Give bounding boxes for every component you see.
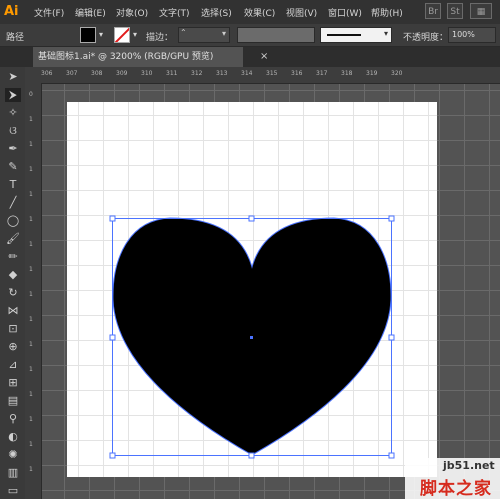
watermark-name: 脚本之家 [420, 479, 492, 499]
bounding-handle-top-right[interactable] [388, 215, 395, 222]
bounding-handle-top-left[interactable] [109, 215, 116, 222]
artwork-layer [109, 215, 395, 459]
bounding-handle-bottom-right[interactable] [388, 452, 395, 459]
center-point [250, 336, 253, 339]
bounding-handle-middle-left[interactable] [109, 334, 116, 341]
watermark-url: jb51.net [443, 459, 495, 472]
bounding-handle-middle-right[interactable] [388, 334, 395, 341]
bounding-handle-bottom-left[interactable] [109, 452, 116, 459]
bounding-handle-top-middle[interactable] [248, 215, 255, 222]
bounding-handle-bottom-middle[interactable] [248, 452, 255, 459]
